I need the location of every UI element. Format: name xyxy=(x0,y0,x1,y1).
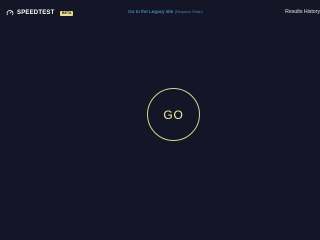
go-button-label: GO xyxy=(163,107,184,122)
speedometer-icon xyxy=(6,9,14,17)
beta-badge: BETA xyxy=(60,10,74,16)
go-button[interactable]: GO xyxy=(147,88,200,141)
legacy-site-link-label: Go to the Legacy site xyxy=(128,10,174,15)
speedtest-page: SPEEDTEST BETA Go to the Legacy site (Re… xyxy=(0,0,320,240)
brand-name: SPEEDTEST xyxy=(17,10,55,16)
brand-logo[interactable]: SPEEDTEST BETA xyxy=(6,8,74,18)
legacy-site-link[interactable]: Go to the Legacy site (Requires Flash) xyxy=(128,9,203,16)
results-history-link[interactable]: Results History xyxy=(285,9,320,16)
header: SPEEDTEST BETA Go to the Legacy site (Re… xyxy=(0,0,320,24)
legacy-site-link-note: (Requires Flash) xyxy=(174,10,203,14)
